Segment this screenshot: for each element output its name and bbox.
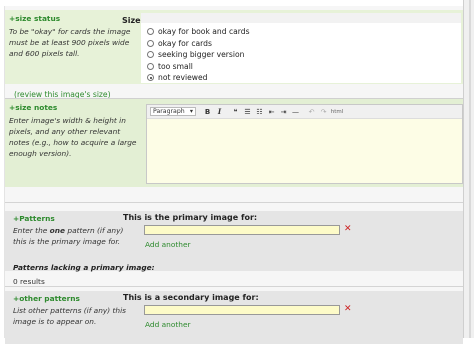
size-notes-section: +size notes Enter image's width & height… — [5, 98, 463, 187]
format-select[interactable]: Paragraph ▾ — [150, 107, 196, 116]
size-notes-header[interactable]: +size notes — [9, 103, 143, 112]
size-option-label: too small — [158, 61, 193, 71]
edit-form: +size status To be "okay" for cards the … — [4, 6, 464, 344]
patterns-description-text: Enter the one pattern (if any) this is t… — [13, 226, 124, 246]
rich-text-editor: Paragraph ▾ B I ❝ ☰ ☷ ⇤ ⇥ — ↶ ↷ html — [146, 104, 463, 184]
bold-icon[interactable]: B — [202, 107, 213, 117]
size-option-label: not reviewed — [158, 73, 208, 83]
numbered-list-icon[interactable]: ☷ — [254, 107, 265, 117]
add-another-other-pattern-link[interactable]: Add another — [145, 320, 191, 329]
size-options-header-bar — [141, 13, 461, 23]
size-option-label: okay for cards — [158, 38, 212, 48]
window-edge — [463, 0, 474, 338]
divider — [5, 286, 463, 287]
italic-icon[interactable]: I — [214, 107, 225, 117]
patterns-header[interactable]: +Patterns — [13, 214, 55, 223]
secondary-pattern-input[interactable] — [144, 305, 340, 315]
size-notes-editor-area[interactable] — [147, 119, 462, 183]
size-notes-left: +size notes Enter image's width & height… — [9, 103, 143, 159]
scrollbar-track[interactable] — [469, 0, 471, 338]
remove-icon[interactable]: ✕ — [344, 224, 352, 234]
other-patterns-description: List other patterns (if any) this image … — [13, 306, 126, 326]
size-status-section: +size status To be "okay" for cards the … — [5, 10, 463, 84]
size-option[interactable]: not reviewed — [147, 72, 250, 84]
size-options-panel: okay for book and cards okay for cards s… — [141, 13, 461, 83]
radio-button[interactable] — [147, 39, 154, 47]
primary-pattern-input[interactable] — [144, 225, 340, 235]
patterns-description: Enter the one pattern (if any) this is t… — [13, 225, 137, 247]
size-option[interactable]: too small — [147, 61, 250, 73]
outdent-icon[interactable]: ⇤ — [266, 107, 277, 117]
size-radio-group: okay for book and cards okay for cards s… — [147, 26, 250, 84]
patterns-section: +Patterns This is the primary image for:… — [5, 211, 463, 286]
html-icon[interactable]: html — [330, 107, 344, 117]
size-option[interactable]: seeking bigger version — [147, 49, 250, 61]
indent-icon[interactable]: ⇥ — [278, 107, 289, 117]
primary-image-for-label: This is the primary image for: — [123, 213, 258, 222]
chevron-down-icon: ▾ — [189, 108, 193, 115]
redo-icon[interactable]: ↷ — [318, 107, 329, 117]
divider — [5, 202, 463, 203]
radio-button[interactable] — [147, 62, 154, 70]
add-another-pattern-link[interactable]: Add another — [145, 240, 191, 249]
radio-button[interactable] — [147, 28, 154, 36]
size-option-label: seeking bigger version — [158, 50, 245, 60]
other-patterns-section: +other patterns This is a secondary imag… — [5, 291, 463, 344]
horizontal-rule-icon[interactable]: — — [290, 107, 301, 117]
remove-icon[interactable]: ✕ — [344, 304, 352, 314]
emphasis-one: one — [49, 226, 66, 235]
size-option[interactable]: okay for book and cards — [147, 26, 250, 38]
format-select-value: Paragraph — [153, 108, 185, 115]
bulleted-list-icon[interactable]: ☰ — [242, 107, 253, 117]
blockquote-icon[interactable]: ❝ — [230, 107, 241, 117]
radio-button-selected[interactable] — [147, 74, 154, 82]
other-patterns-header[interactable]: +other patterns — [13, 294, 80, 303]
patterns-lacking-count: 0 results — [13, 277, 45, 286]
editor-toolbar: Paragraph ▾ B I ❝ ☰ ☷ ⇤ ⇥ — ↶ ↷ html — [147, 105, 462, 119]
size-notes-description: Enter image's width & height in pixels, … — [9, 116, 137, 158]
size-status-description: To be "okay" for cards the image must be… — [9, 27, 131, 58]
radio-button[interactable] — [147, 51, 154, 59]
undo-icon[interactable]: ↶ — [306, 107, 317, 117]
size-option-label: okay for book and cards — [158, 27, 250, 37]
secondary-image-for-label: This is a secondary image for: — [123, 293, 259, 302]
patterns-lacking-label: Patterns lacking a primary image: — [13, 263, 155, 272]
size-option[interactable]: okay for cards — [147, 38, 250, 50]
